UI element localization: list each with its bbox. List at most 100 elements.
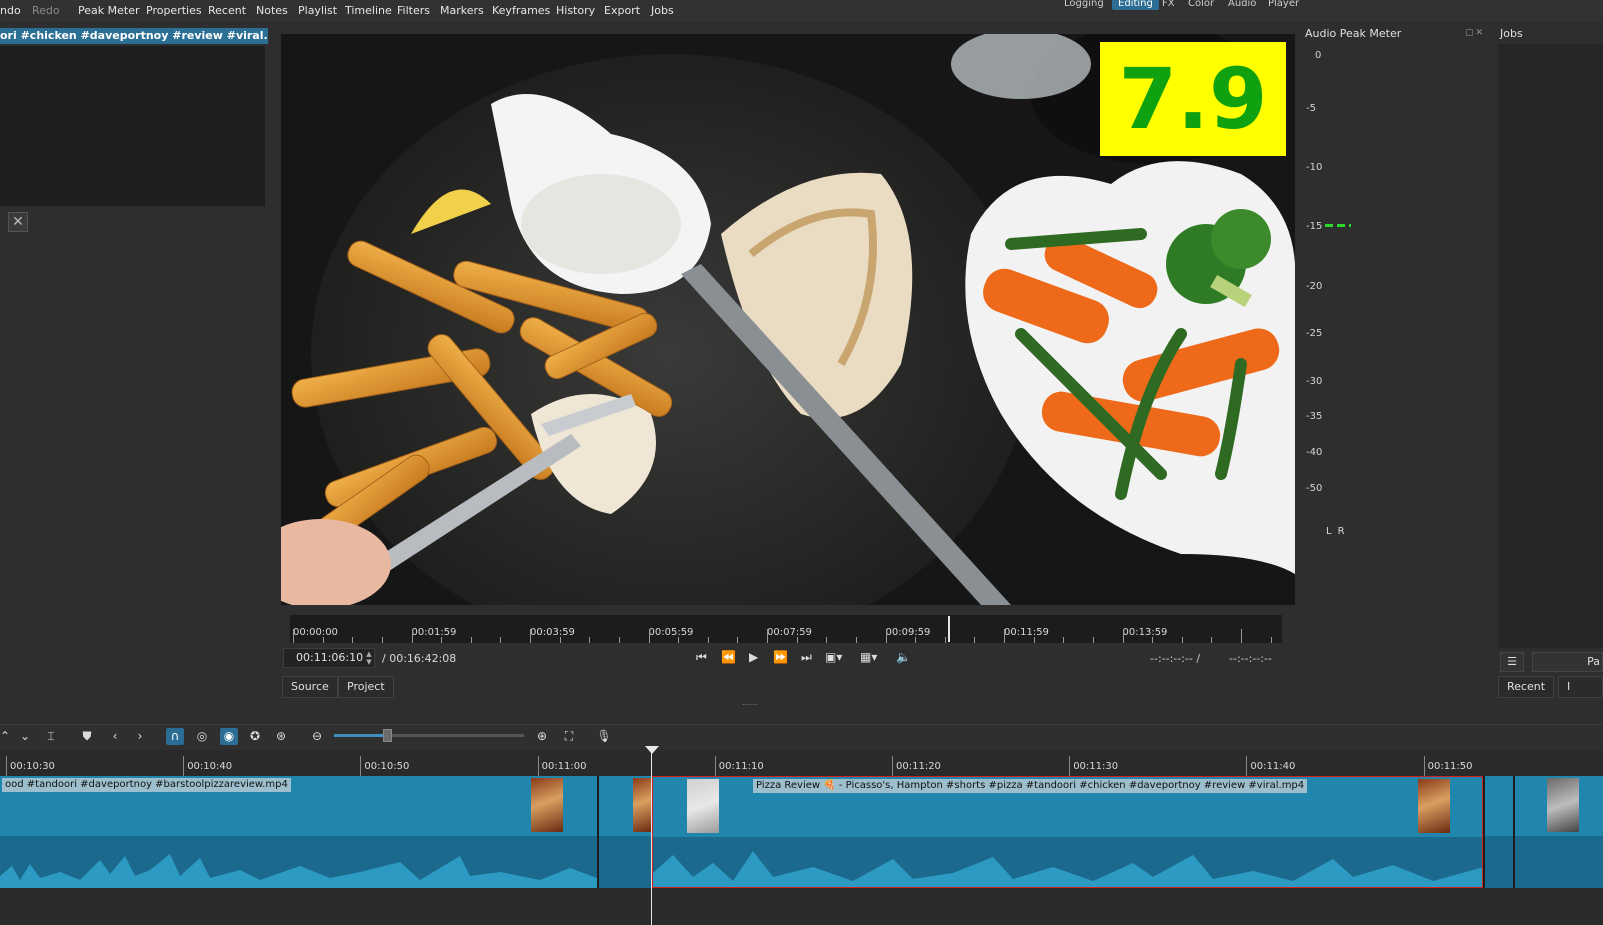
scrub-ruler[interactable]: 00:00:00 00:01:59 00:03:59 00:05:59 00:07:59… xyxy=(290,615,1282,643)
ripple-all-icon[interactable]: ✪ xyxy=(246,728,264,745)
previous-marker-icon[interactable]: ‹ xyxy=(106,728,124,745)
zoom-fit-timeline-icon[interactable]: ⛶ xyxy=(560,728,578,745)
menu-item-notes[interactable]: Notes xyxy=(256,4,288,17)
lift-icon[interactable]: ⌃ xyxy=(0,728,14,745)
tab-jobs-extra[interactable]: I xyxy=(1558,676,1603,698)
ruler-tick xyxy=(411,629,413,643)
record-audio-icon[interactable]: 🎙 xyxy=(595,728,613,745)
timeline-ruler-label: 00:11:40 xyxy=(1250,761,1296,772)
layout-tab-audio[interactable]: Audio xyxy=(1222,0,1262,10)
ripple-markers-icon[interactable]: ⊛ xyxy=(272,728,290,745)
db-scale-label: -40 xyxy=(1306,447,1323,458)
fast-forward-icon[interactable]: ⏩ xyxy=(773,650,788,664)
skip-to-end-icon[interactable]: ⏭ xyxy=(801,650,812,665)
layout-tab-logging[interactable]: Logging xyxy=(1058,0,1110,10)
ruler-label: 00:07:59 xyxy=(767,627,812,638)
menu-item-playlist[interactable]: Playlist xyxy=(298,4,337,17)
overwrite-icon[interactable]: ⌄ xyxy=(16,728,34,745)
timeline-ruler-tick xyxy=(6,756,7,776)
audio-waveform xyxy=(653,837,1482,887)
timeline-clip[interactable] xyxy=(1485,776,1513,888)
ruler-tick xyxy=(500,637,502,643)
ruler-tick xyxy=(737,637,739,643)
audio-dock-float-close-icon[interactable]: ▢✕ xyxy=(1465,28,1485,38)
tab-project[interactable]: Project xyxy=(338,676,394,698)
layout-tab-player[interactable]: Player xyxy=(1262,0,1305,10)
menu-item-export[interactable]: Export xyxy=(604,4,640,17)
menu-item-properties[interactable]: Properties xyxy=(146,4,202,17)
snap-icon[interactable]: ∩ xyxy=(166,728,184,745)
menu-bar: ndo Redo Peak Meter Properties Recent Notes Pl… xyxy=(0,0,1603,22)
ruler-tick xyxy=(618,637,620,643)
ruler-tick xyxy=(1033,637,1035,643)
tab-recent[interactable]: Recent xyxy=(1498,676,1554,698)
zoom-in-icon[interactable]: ⊕ xyxy=(533,728,551,745)
ruler-tick xyxy=(648,629,650,643)
close-icon[interactable]: ✕ xyxy=(8,212,28,232)
pause-button[interactable]: Pa xyxy=(1532,652,1603,672)
ruler-label: 00:13:59 xyxy=(1122,627,1168,638)
timeline-ruler-tick xyxy=(537,756,539,776)
timeline-clip[interactable] xyxy=(599,776,651,888)
ruler-tick xyxy=(470,637,472,643)
timeline-empty-area xyxy=(0,888,1603,925)
clip-thumbnail xyxy=(687,779,719,833)
ruler-tick xyxy=(559,637,561,643)
splitter-handle[interactable]: ...... xyxy=(742,698,757,707)
ruler-tick xyxy=(1241,629,1242,643)
timecode-spinner[interactable]: ▲ ▼ xyxy=(364,650,374,666)
clip-thumbnail xyxy=(633,778,651,832)
ruler-tick xyxy=(293,629,294,643)
db-scale-label: -35 xyxy=(1306,411,1323,422)
timeline-toolbar xyxy=(0,724,1603,748)
ruler-tick xyxy=(1211,637,1213,643)
playhead-handle-icon[interactable] xyxy=(645,746,659,754)
menu-item-recent[interactable]: Recent xyxy=(208,4,246,17)
timecode-field[interactable]: 00:11:06:10 xyxy=(283,648,375,668)
volume-icon[interactable]: 🔈 xyxy=(896,650,911,664)
jobs-menu-icon[interactable]: ☰ xyxy=(1500,652,1524,672)
layout-tab-fx[interactable]: FX xyxy=(1156,0,1181,10)
menu-item-filters[interactable]: Filters xyxy=(397,4,430,17)
timeline-ruler-label: 00:10:30 xyxy=(10,761,55,772)
timeline-playhead[interactable] xyxy=(651,748,652,925)
scrub-icon[interactable]: ◎ xyxy=(193,728,211,745)
db-scale-label: -5 xyxy=(1306,103,1316,114)
marker-icon[interactable]: ⛊ xyxy=(78,728,96,745)
ruler-tick xyxy=(944,637,946,643)
timeline-clip[interactable] xyxy=(1515,776,1603,888)
timeline-ruler-label: 00:10:50 xyxy=(364,761,410,772)
timeline-ruler-tick xyxy=(714,756,716,776)
menu-item-timeline[interactable]: Timeline xyxy=(345,4,392,17)
timeline-clip[interactable]: ood #tandoori #daveportnoy #barstoolpizz… xyxy=(0,776,597,888)
split-icon[interactable]: ⌶ xyxy=(42,728,60,745)
next-marker-icon[interactable]: › xyxy=(131,728,149,745)
menu-item-ndo[interactable]: ndo xyxy=(0,4,21,17)
zoom-slider-handle[interactable] xyxy=(383,729,392,742)
timeline-ruler-tick xyxy=(1069,756,1071,776)
menu-item-keyframes[interactable]: Keyframes xyxy=(492,4,550,17)
ruler-tick xyxy=(1122,629,1124,643)
layout-tab-color[interactable]: Color xyxy=(1182,0,1220,10)
jobs-title: Jobs xyxy=(1500,27,1523,40)
menu-item-history[interactable]: History xyxy=(556,4,595,17)
timeline-ruler[interactable]: 00:10:30 00:10:40 00:10:50 00:11:00 00:11:10… xyxy=(0,750,1603,776)
tab-source[interactable]: Source xyxy=(282,676,338,698)
db-scale-label: -10 xyxy=(1306,162,1323,173)
grid-icon[interactable]: ▦▾ xyxy=(860,650,877,664)
ripple-icon[interactable]: ◉ xyxy=(220,728,238,745)
zoom-fit-icon[interactable]: ▣▾ xyxy=(825,650,842,664)
audio-waveform xyxy=(599,836,651,888)
scrub-playhead[interactable] xyxy=(948,616,950,642)
skip-to-start-icon[interactable]: ⏮ xyxy=(696,650,707,665)
rewind-icon[interactable]: ⏪ xyxy=(721,650,736,664)
menu-item-redo[interactable]: Redo xyxy=(32,4,60,17)
menu-item-peak-meter[interactable]: Peak Meter xyxy=(78,4,139,17)
menu-item-jobs[interactable]: Jobs xyxy=(651,4,674,17)
video-track[interactable]: ood #tandoori #daveportnoy #barstoolpizz… xyxy=(0,776,1603,888)
play-icon[interactable]: ▶ xyxy=(749,650,758,664)
layout-tab-editing[interactable]: Editing xyxy=(1112,0,1159,10)
selected-timeline-clip[interactable]: Pizza Review 🍕 - Picasso's, Hampton #sho… xyxy=(652,776,1483,888)
zoom-out-icon[interactable]: ⊖ xyxy=(308,728,326,745)
menu-item-markers[interactable]: Markers xyxy=(440,4,484,17)
